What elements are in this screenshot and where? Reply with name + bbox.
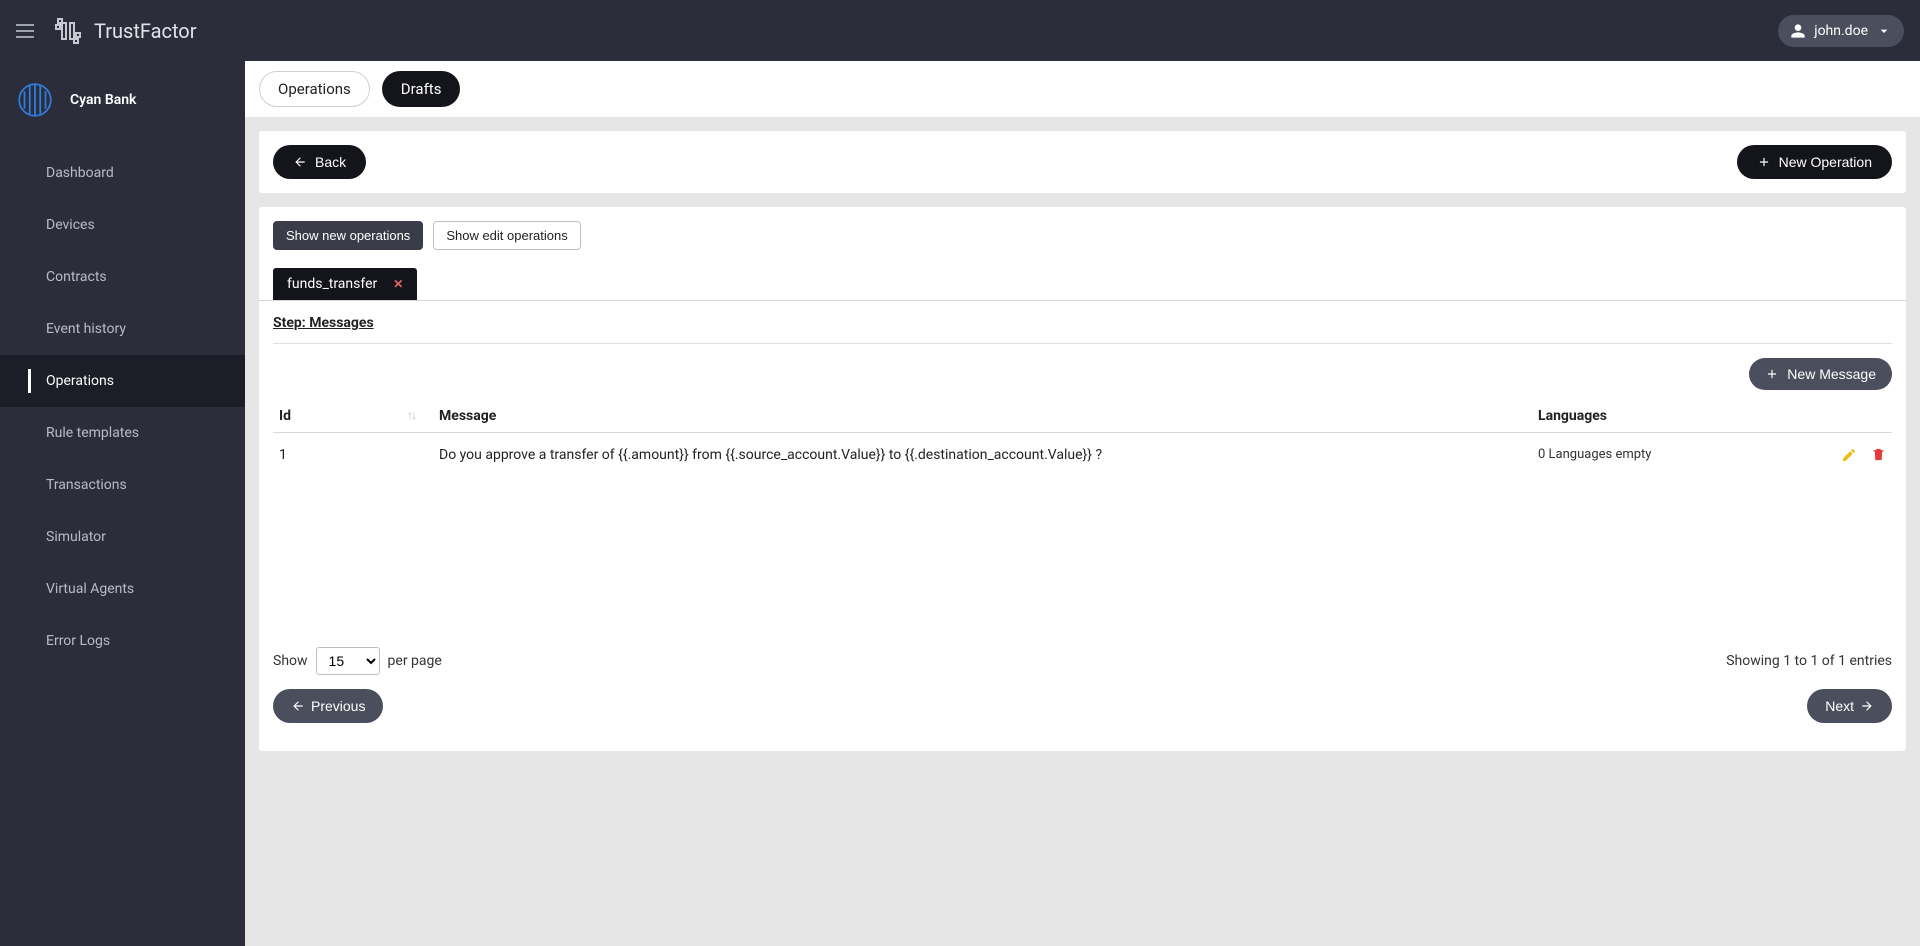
cell-message: Do you approve a transfer of {{.amount}}… (433, 433, 1532, 478)
paging-summary: Showing 1 to 1 of 1 entries (1726, 653, 1892, 669)
menu-toggle-button[interactable] (16, 19, 40, 43)
sidebar-item-dashboard[interactable]: Dashboard (0, 147, 245, 199)
sidebar-item-contracts[interactable]: Contracts (0, 251, 245, 303)
previous-button[interactable]: Previous (273, 689, 383, 723)
messages-table: Id ↑↓ Message Languages (273, 400, 1892, 477)
next-button[interactable]: Next (1807, 689, 1892, 723)
new-message-label: New Message (1787, 366, 1876, 382)
org-logo-icon (14, 79, 56, 121)
cell-id: 1 (273, 433, 433, 478)
edit-icon[interactable] (1841, 447, 1857, 463)
col-header-message[interactable]: Message (433, 400, 1532, 433)
sidebar-item-rule-templates[interactable]: Rule templates (0, 407, 245, 459)
user-name: john.doe (1814, 23, 1868, 39)
cell-languages: 0 Languages empty (1532, 433, 1802, 478)
user-menu-button[interactable]: john.doe (1778, 15, 1904, 47)
col-header-languages[interactable]: Languages (1532, 400, 1802, 433)
step-title: Step: Messages (273, 315, 1892, 343)
arrow-right-icon (1860, 699, 1874, 713)
sidebar-item-error-logs[interactable]: Error Logs (0, 615, 245, 667)
sidebar-item-simulator[interactable]: Simulator (0, 511, 245, 563)
draft-tab-label: funds_transfer (287, 276, 377, 292)
arrow-left-icon (291, 699, 305, 713)
col-header-id[interactable]: Id ↑↓ (273, 400, 433, 433)
brand-name: TrustFactor (94, 19, 196, 43)
sidebar-item-event-history[interactable]: Event history (0, 303, 245, 355)
back-button-label: Back (315, 154, 346, 170)
plus-icon (1765, 367, 1779, 381)
sidebar-item-devices[interactable]: Devices (0, 199, 245, 251)
tab-operations[interactable]: Operations (259, 71, 370, 107)
sidebar-item-virtual-agents[interactable]: Virtual Agents (0, 563, 245, 615)
chevron-down-icon (1876, 23, 1892, 39)
show-new-operations-toggle[interactable]: Show new operations (273, 221, 423, 250)
new-message-button[interactable]: New Message (1749, 358, 1892, 390)
close-icon[interactable]: ✕ (393, 277, 403, 291)
page-size-select[interactable]: 15 (316, 647, 380, 675)
per-page-label: per page (388, 653, 442, 669)
table-row: 1 Do you approve a transfer of {{.amount… (273, 433, 1892, 478)
org-header: Cyan Bank (0, 61, 245, 147)
delete-icon[interactable] (1871, 447, 1886, 462)
next-label: Next (1825, 698, 1854, 714)
brand-logo: TrustFactor (52, 15, 196, 47)
tab-drafts[interactable]: Drafts (382, 71, 461, 107)
arrow-left-icon (293, 155, 307, 169)
org-name: Cyan Bank (70, 92, 136, 108)
sort-icon: ↑↓ (407, 408, 415, 422)
show-edit-operations-toggle[interactable]: Show edit operations (433, 221, 580, 250)
user-icon (1790, 23, 1806, 39)
draft-tab-funds-transfer[interactable]: funds_transfer ✕ (273, 268, 417, 300)
sidebar-item-operations[interactable]: Operations (0, 355, 245, 407)
new-operation-label: New Operation (1779, 154, 1872, 170)
sidebar-nav: Dashboard Devices Contracts Event histor… (0, 147, 245, 667)
brand-icon (52, 15, 84, 47)
back-button[interactable]: Back (273, 145, 366, 179)
previous-label: Previous (311, 698, 365, 714)
new-operation-button[interactable]: New Operation (1737, 145, 1892, 179)
show-label: Show (273, 653, 308, 669)
sidebar-item-transactions[interactable]: Transactions (0, 459, 245, 511)
plus-icon (1757, 155, 1771, 169)
